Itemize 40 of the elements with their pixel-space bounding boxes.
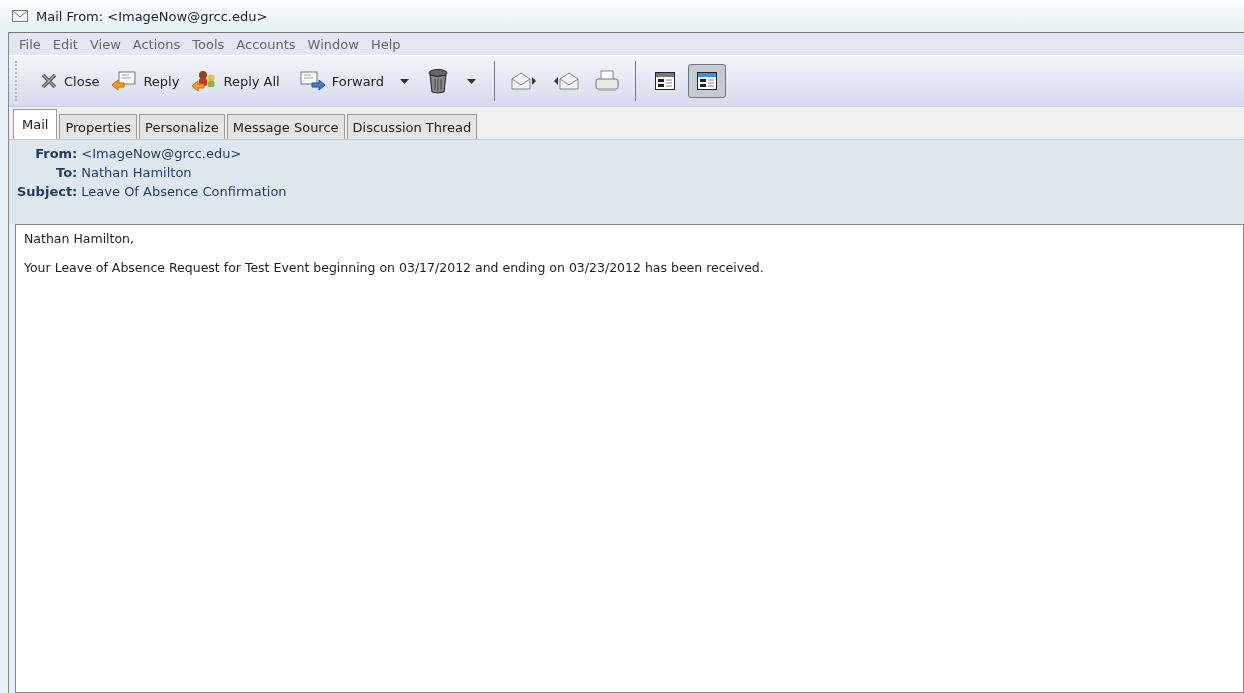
close-icon (40, 73, 58, 89)
menu-item[interactable]: File (13, 36, 47, 52)
tab[interactable]: Message Source (226, 114, 345, 139)
header-value: <ImageNow@grcc.edu> (81, 146, 243, 161)
envelope-icon (12, 10, 28, 22)
menu-item[interactable]: Accounts (230, 36, 302, 52)
layout-icon (697, 72, 717, 90)
dropdown-arrow-icon[interactable] (400, 78, 409, 84)
menu-item[interactable]: Tools (186, 36, 231, 52)
dropdown-arrow-icon[interactable] (467, 78, 476, 84)
header-value: Leave Of Absence Confirmation (81, 184, 288, 199)
forward-button[interactable]: Forward (295, 69, 388, 93)
print-icon[interactable] (595, 70, 619, 92)
header-label: To: (55, 165, 79, 180)
preview-view-button[interactable] (688, 64, 726, 98)
message-text: Your Leave of Absence Request for Test Event beginning on 03/17/2012 and ending on 03/23/2012 has been received. (24, 260, 765, 275)
tab[interactable]: Properties (59, 114, 138, 139)
envelope-next-icon[interactable] (511, 72, 537, 90)
reply-icon (111, 71, 138, 91)
menu-item[interactable]: Edit (46, 36, 84, 52)
reply-all-button[interactable]: Reply All (187, 68, 284, 94)
menu-item[interactable]: Actions (126, 36, 187, 52)
menu-item[interactable]: Window (301, 36, 365, 52)
header-label: From: (34, 146, 79, 161)
forward-icon (299, 71, 326, 91)
menu-item[interactable]: Help (364, 36, 407, 52)
reply-button[interactable]: Reply (107, 69, 184, 93)
trash-can-icon[interactable] (427, 68, 449, 94)
tab[interactable]: Mail (13, 109, 58, 139)
tab[interactable]: Discussion Thread (346, 114, 478, 139)
window-title: Mail From: <ImageNow@grcc.edu> (36, 8, 268, 24)
header-value: Nathan Hamilton (81, 165, 193, 180)
layout-icon (655, 72, 675, 90)
close-button[interactable]: Close (36, 71, 104, 91)
header-label: Subject: (17, 184, 79, 199)
tab[interactable]: Personalize (139, 114, 225, 139)
menu-item[interactable]: View (83, 36, 127, 52)
message-text: Nathan Hamilton, (24, 231, 136, 246)
envelope-previous-icon[interactable] (553, 72, 579, 90)
reply-all-icon (191, 70, 218, 92)
